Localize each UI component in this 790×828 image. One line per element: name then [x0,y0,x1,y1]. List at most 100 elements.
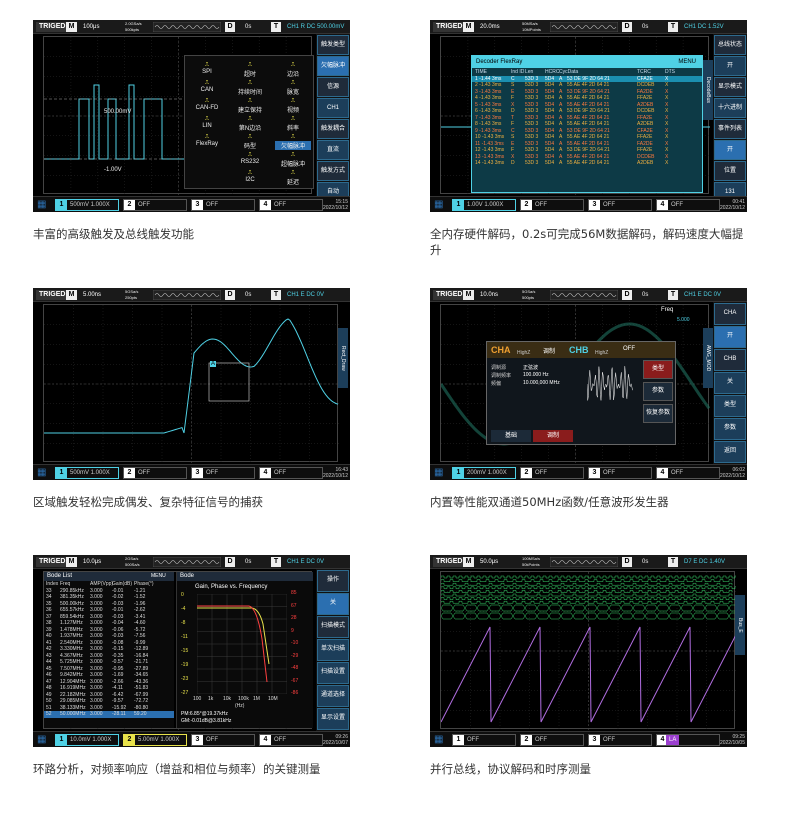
awg-param-value[interactable]: 10.000,000 MHz [523,380,560,386]
channel-2-button[interactable]: 2 OFF [520,734,584,746]
run-mode-button[interactable]: M [463,557,474,567]
trigger-menu-item[interactable]: LIN [189,123,225,129]
channel-4-button[interactable]: 4 OFF [259,199,323,211]
side-menu-button[interactable]: 参数 [714,418,746,440]
awg-tab[interactable]: 调制 [533,430,573,442]
awg-param-value[interactable]: 正弦波 [523,364,538,371]
run-mode-button[interactable]: M [463,290,474,300]
delay-value[interactable]: 0s [245,22,251,32]
channel-1-button[interactable]: 1 OFF [452,734,516,746]
delay-value[interactable]: 0s [245,557,251,567]
bode-row[interactable]: 52 50.000MHz 3.000 -28.11 59.20 [44,711,174,718]
run-mode-button[interactable]: M [66,22,77,32]
trigger-info[interactable]: D7 E DC 1.40V [684,557,725,567]
side-menu-button[interactable]: 直流 [317,140,349,160]
bode-menu-button[interactable]: MENU [151,572,166,581]
trigger-label-t[interactable]: T [668,290,678,300]
trigger-menu-item[interactable]: 延迟 [275,177,311,186]
channel-2-button[interactable]: 2 OFF [123,199,187,211]
vertical-menu-tab[interactable]: Bus_E [735,595,745,655]
channel-3-button[interactable]: 3 OFF [588,467,652,479]
side-menu-button[interactable]: 关 [317,593,349,615]
channel-2-button[interactable]: 2 OFF [520,199,584,211]
trigger-menu-item[interactable]: 持续时间 [232,87,268,96]
delay-value[interactable]: 0s [642,290,648,300]
cha-title[interactable]: CHA [491,345,511,355]
trigger-type-d[interactable]: D [622,290,632,300]
side-menu-button[interactable]: 十六进制 [714,98,746,118]
side-menu-button[interactable]: 总线状态 [714,35,746,55]
awg-param-value[interactable]: 100.000 Hz [523,372,549,378]
channel-1-button[interactable]: 1 200mV 1.000X [452,467,516,479]
side-menu-button[interactable]: 通道选择 [317,685,349,707]
channel-1-button[interactable]: 1 10.0mV 1.000X [55,734,119,746]
trigger-label-t[interactable]: T [668,557,678,567]
channel-1-button[interactable]: 1 1.00V 1.000X [452,199,516,211]
trigger-label-t[interactable]: T [271,290,281,300]
channel-4-button[interactable]: 4 OFF [259,734,323,746]
trigger-menu-item[interactable]: 脉宽 [275,87,311,96]
channel-2-button[interactable]: 2 5.00mV 1.000X [123,734,187,746]
menu-grid-icon[interactable]: ▦ [434,466,443,479]
side-menu-button[interactable]: 触发类型 [317,35,349,55]
trigger-menu-item[interactable]: 视频 [275,105,311,114]
channel-1-button[interactable]: 1 500mV 1.000X [55,467,119,479]
side-menu-button[interactable]: CHA [714,303,746,325]
vertical-menu-tab[interactable]: AWG_MOD [703,328,713,388]
side-menu-button[interactable]: 显示模式 [714,77,746,97]
trigger-type-d[interactable]: D [622,22,632,32]
channel-1-button[interactable]: 1 500mV 1.000X [55,199,119,211]
trigger-info[interactable]: CH1 DC 1.52V [684,22,724,32]
menu-grid-icon[interactable]: ▦ [37,466,46,479]
run-mode-button[interactable]: M [66,557,77,567]
trigger-type-d[interactable]: D [622,557,632,567]
side-menu-button[interactable]: 开 [714,326,746,348]
la-badge[interactable]: LA [666,735,680,745]
decode-menu-button[interactable]: MENU [678,56,696,68]
side-menu-button[interactable]: 操作 [317,570,349,592]
channel-4-button[interactable]: 4 OFF [259,467,323,479]
trigger-label-t[interactable]: T [271,22,281,32]
trigger-menu-item[interactable]: 斜率 [275,123,311,132]
channel-3-button[interactable]: 3 OFF [588,199,652,211]
trigger-menu-item[interactable]: 第N边沿 [232,123,268,132]
menu-grid-icon[interactable]: ▦ [434,198,443,211]
channel-3-button[interactable]: 3 OFF [191,467,255,479]
trigger-info[interactable]: CH1 R DC 500.00mV [287,22,344,32]
side-menu-button[interactable]: 开 [714,140,746,160]
run-mode-button[interactable]: M [463,22,474,32]
vertical-menu-tab[interactable]: Rect_Draw [338,328,348,388]
decode-row[interactable]: 14 -1.43 3ms D 53D 3 5D4 A 55 AE 4F 2D 64 21 A… [472,160,702,167]
side-menu-button[interactable]: 扫描模式 [317,616,349,638]
side-menu-button[interactable]: 触发方式 [317,161,349,181]
side-menu-button[interactable]: 类型 [714,395,746,417]
trigger-label-t[interactable]: T [271,557,281,567]
trigger-label-t[interactable]: T [668,22,678,32]
delay-value[interactable]: 0s [642,22,648,32]
side-menu-button[interactable]: 开 [714,56,746,76]
run-mode-button[interactable]: M [66,290,77,300]
side-menu-button[interactable]: CH1 [317,98,349,118]
trigger-type-d[interactable]: D [225,290,235,300]
side-menu-button[interactable]: 事件列表 [714,119,746,139]
timebase[interactable]: 20.0ms [480,22,500,32]
menu-grid-icon[interactable]: ▦ [37,733,46,746]
vertical-menu-tab[interactable]: DecodeBus [703,60,713,120]
trigger-info[interactable]: CH1 E DC 0V [684,290,721,300]
trigger-menu-item[interactable]: 欠幅脉冲 [275,141,311,150]
channel-4-button[interactable]: 4 OFF [656,467,720,479]
trigger-menu-item[interactable]: CAN [189,87,225,93]
channel-2-button[interactable]: 2 OFF [123,467,187,479]
side-menu-button[interactable]: 欠幅脉冲 [317,56,349,76]
side-menu-button[interactable]: 扫描设置 [317,662,349,684]
chb-title[interactable]: CHB [569,345,589,355]
trigger-menu-item[interactable]: 边沿 [275,69,311,78]
trigger-type-d[interactable]: D [225,22,235,32]
timebase[interactable]: 10.0ns [480,290,498,300]
trigger-menu-item[interactable]: RS232 [232,159,268,165]
delay-value[interactable]: 0s [642,557,648,567]
channel-3-button[interactable]: 3 OFF [588,734,652,746]
side-menu-button[interactable]: 返回 [714,441,746,463]
menu-grid-icon[interactable]: ▦ [37,198,46,211]
awg-button[interactable]: 恢复参数 [643,404,673,423]
